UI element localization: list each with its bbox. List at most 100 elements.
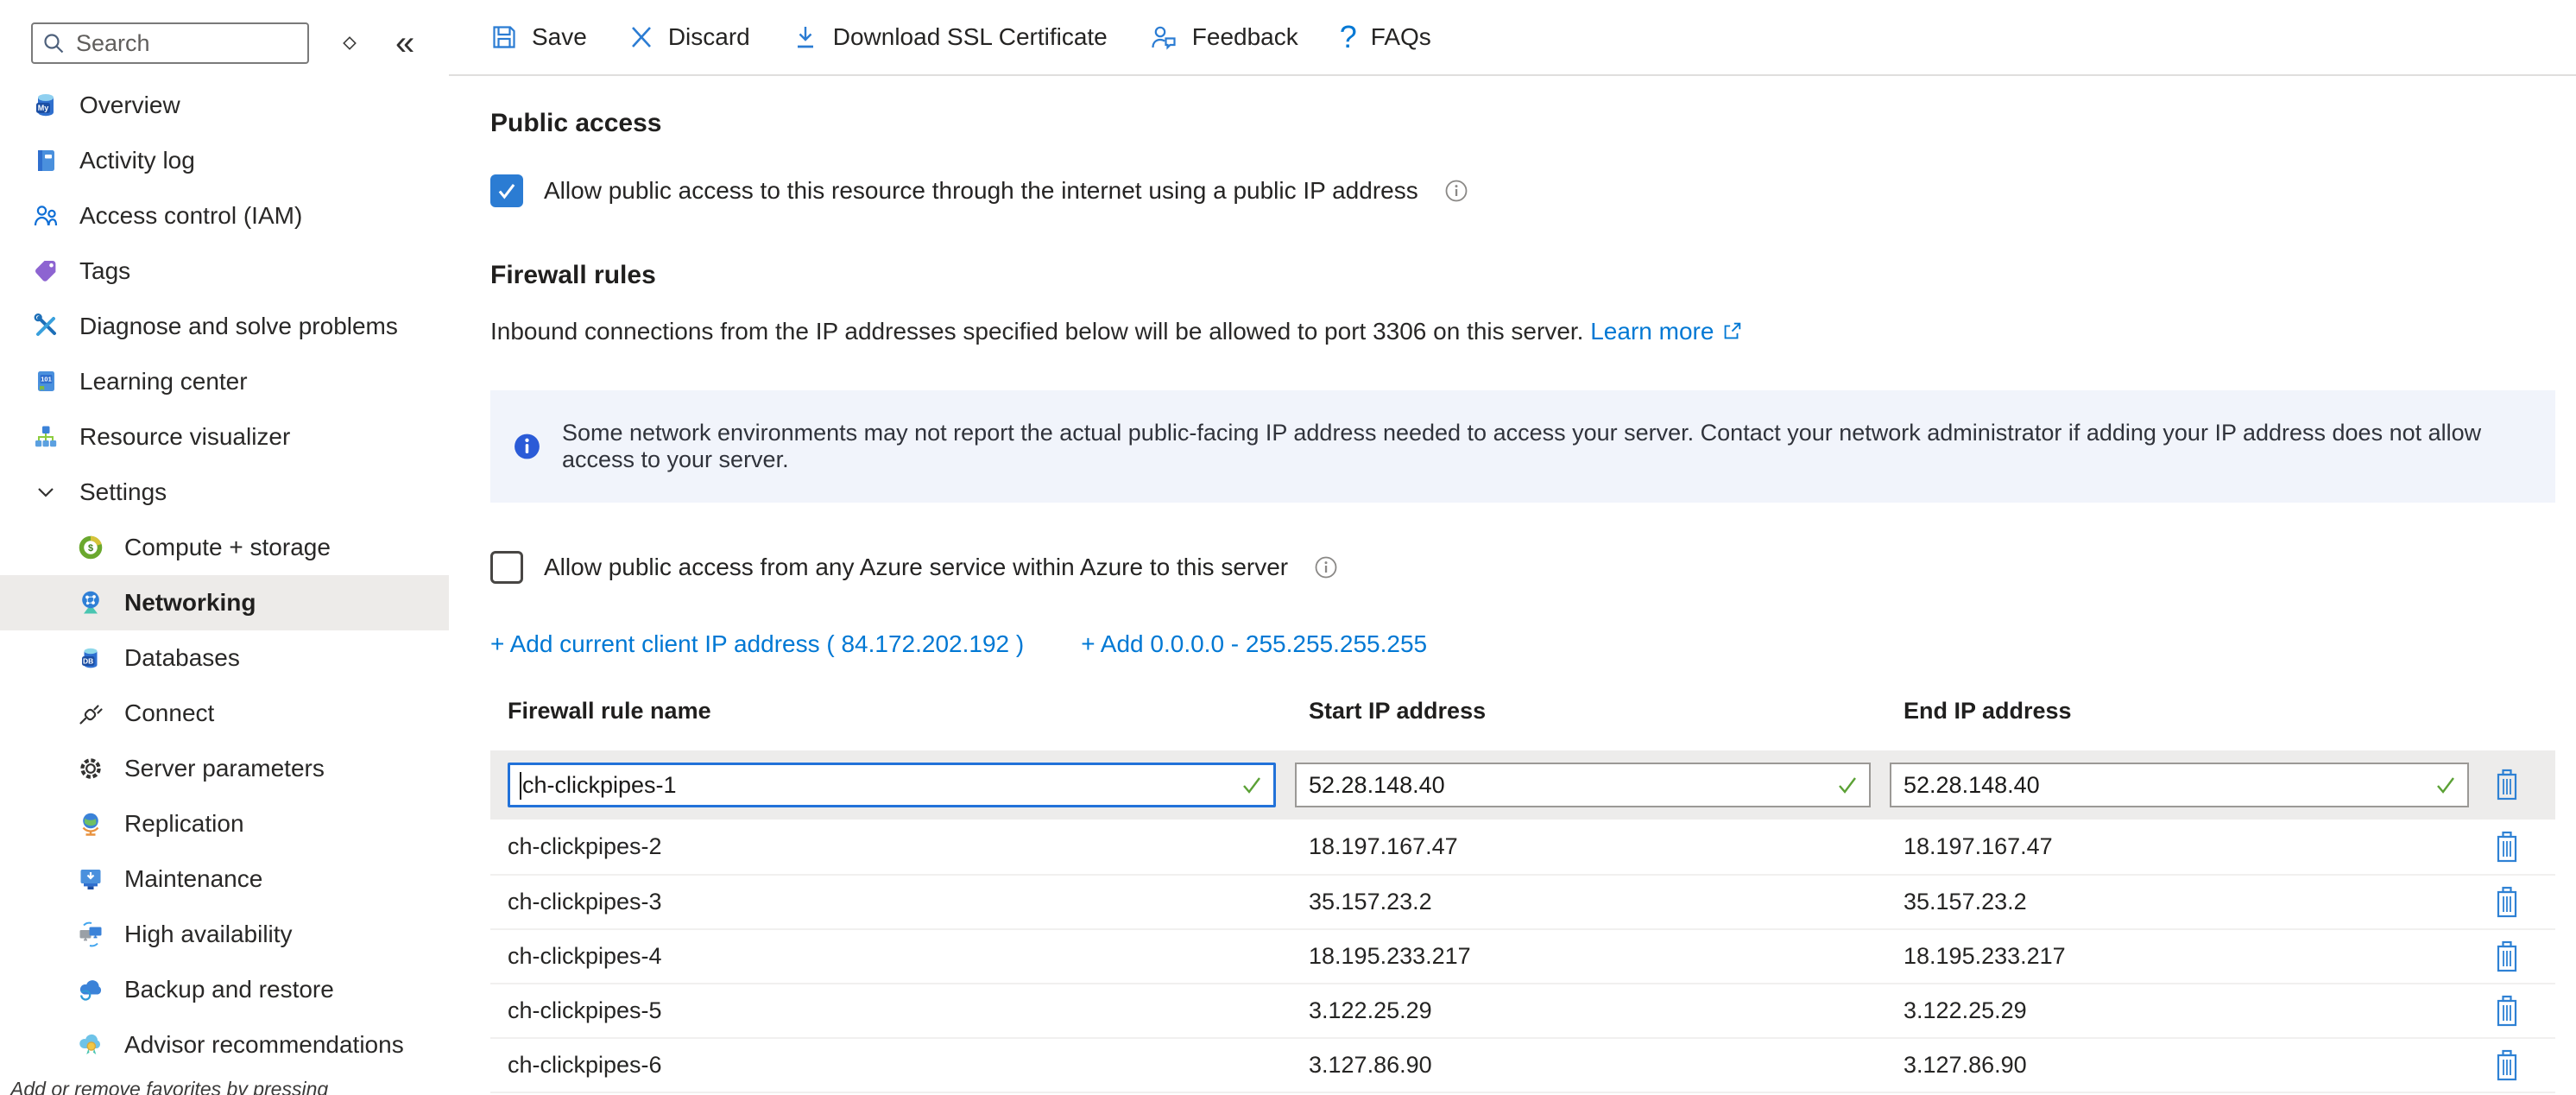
download-ssl-label: Download SSL Certificate — [833, 23, 1108, 51]
sidebar-item-label: Backup and restore — [124, 976, 334, 1003]
sidebar-item-label: Databases — [124, 644, 240, 672]
firewall-rule-row: ch-clickpipes-6 3.127.86.90 3.127.86.90 — [490, 1037, 2555, 1092]
feedback-icon — [1149, 22, 1178, 52]
network-info-banner: Some network environments may not report… — [490, 390, 2555, 503]
resource-nav: My Overview Activity log — [0, 78, 449, 1073]
add-all-ips-link[interactable]: + Add 0.0.0.0 - 255.255.255.255 — [1081, 630, 1427, 658]
firewall-description-text: Inbound connections from the IP addresse… — [490, 318, 1583, 345]
rule-name-cell: ch-clickpipes-3 — [508, 889, 1276, 915]
delete-rule-button[interactable] — [2488, 936, 2526, 978]
resource-visualizer-icon — [31, 422, 60, 452]
end-ip-input[interactable] — [1891, 764, 2467, 806]
column-header-rule-name: Firewall rule name — [508, 698, 1276, 725]
trash-icon — [2492, 1048, 2522, 1083]
start-ip-input[interactable] — [1297, 764, 1869, 806]
discard-x-icon — [628, 24, 654, 50]
sidebar-group-label: Settings — [79, 478, 167, 506]
public-access-checkbox-row: Allow public access to this resource thr… — [490, 174, 2555, 207]
sidebar-item-overview[interactable]: My Overview — [0, 78, 449, 133]
sidebar-item-label: Maintenance — [124, 865, 262, 893]
sidebar-item-label: Advisor recommendations — [124, 1031, 404, 1059]
learning-book-icon: 101 — [31, 367, 60, 396]
mysql-server-icon: My — [31, 91, 60, 120]
new-firewall-rule-row — [490, 1092, 2555, 1095]
sidebar-item-activity-log[interactable]: Activity log — [0, 133, 449, 188]
download-ssl-certificate-button[interactable]: Download SSL Certificate — [771, 11, 1128, 63]
discard-button[interactable]: Discard — [608, 11, 771, 63]
start-ip-cell: 18.197.167.47 — [1295, 833, 1871, 860]
compute-storage-icon: $ — [76, 533, 105, 562]
delete-rule-button[interactable] — [2488, 764, 2526, 806]
favorites-hint: Add or remove favorites by pressing Cmd+… — [7, 1078, 449, 1095]
start-ip-input-wrapper — [1295, 763, 1871, 807]
column-header-end-ip: End IP address — [1890, 698, 2469, 725]
database-icon: DB — [76, 643, 105, 673]
sidebar-item-label: Server parameters — [124, 755, 325, 782]
start-ip-cell: 3.127.86.90 — [1295, 1052, 1871, 1079]
sidebar-item-databases[interactable]: DB Databases — [0, 630, 449, 686]
firewall-table-header: Firewall rule name Start IP address End … — [490, 698, 2555, 750]
sidebar-item-maintenance[interactable]: Maintenance — [0, 851, 449, 907]
sidebar-item-backup-restore[interactable]: Backup and restore — [0, 962, 449, 1017]
pin-menu-icon[interactable] — [338, 32, 361, 54]
svg-text:$: $ — [88, 543, 93, 554]
sidebar-search-row: « — [0, 0, 449, 64]
firewall-rule-row: ch-clickpipes-5 3.122.25.29 3.122.25.29 — [490, 983, 2555, 1037]
delete-rule-button[interactable] — [2488, 826, 2526, 868]
resource-menu-sidebar: « My Overview — [0, 0, 449, 1095]
learn-more-link[interactable]: Learn more — [1590, 318, 1714, 345]
info-banner-text: Some network environments may not report… — [562, 420, 2533, 473]
rule-name-input-wrapper — [508, 763, 1276, 807]
sidebar-item-tags[interactable]: Tags — [0, 244, 449, 299]
trash-icon — [2492, 940, 2522, 974]
sidebar-item-advisor[interactable]: Advisor recommendations — [0, 1017, 449, 1073]
sidebar-item-high-availability[interactable]: High availability — [0, 907, 449, 962]
sidebar-item-connect[interactable]: Connect — [0, 686, 449, 741]
public-access-heading: Public access — [490, 109, 2555, 138]
external-link-icon — [1720, 320, 1743, 343]
rule-name-cell: ch-clickpipes-2 — [508, 833, 1276, 860]
download-icon — [792, 23, 819, 51]
sidebar-item-networking[interactable]: Networking — [0, 575, 449, 630]
discard-label: Discard — [668, 23, 750, 51]
collapse-sidebar-icon[interactable]: « — [395, 26, 414, 60]
favorites-hint-text: Add or remove favorites by pressing — [10, 1078, 328, 1095]
sidebar-group-settings[interactable]: Settings — [0, 465, 449, 520]
rule-name-input[interactable] — [510, 765, 1273, 805]
firewall-rule-row: ch-clickpipes-4 18.195.233.217 18.195.23… — [490, 928, 2555, 983]
sidebar-item-label: High availability — [124, 921, 293, 948]
tools-icon — [31, 312, 60, 341]
feedback-button[interactable]: Feedback — [1128, 11, 1319, 63]
networking-pane: Save Discard Download SSL Certificate — [449, 0, 2576, 1095]
globe-stand-icon — [76, 809, 105, 839]
gear-icon — [76, 754, 105, 783]
sidebar-item-label: Diagnose and solve problems — [79, 313, 398, 340]
valid-check-icon — [1836, 774, 1859, 796]
high-availability-icon — [76, 920, 105, 949]
search-input[interactable] — [76, 30, 299, 57]
sidebar-item-server-parameters[interactable]: Server parameters — [0, 741, 449, 796]
faqs-button[interactable]: ? FAQs — [1319, 11, 1452, 63]
delete-rule-button[interactable] — [2488, 991, 2526, 1032]
sidebar-item-access-control[interactable]: Access control (IAM) — [0, 188, 449, 244]
azure-services-checkbox[interactable] — [490, 551, 523, 584]
start-ip-cell: 3.122.25.29 — [1295, 997, 1871, 1024]
save-button[interactable]: Save — [490, 11, 608, 63]
sidebar-item-diagnose[interactable]: Diagnose and solve problems — [0, 299, 449, 354]
end-ip-cell: 35.157.23.2 — [1890, 889, 2469, 915]
add-client-ip-link[interactable]: + Add current client IP address ( 84.172… — [490, 630, 1024, 658]
sidebar-item-resource-visualizer[interactable]: Resource visualizer — [0, 409, 449, 465]
public-access-checkbox[interactable] — [490, 174, 523, 207]
search-icon — [41, 31, 66, 55]
text-caret — [520, 772, 521, 800]
sidebar-item-replication[interactable]: Replication — [0, 796, 449, 851]
rule-name-cell: ch-clickpipes-4 — [508, 943, 1276, 970]
info-icon[interactable] — [1314, 555, 1338, 579]
delete-rule-button[interactable] — [2488, 882, 2526, 923]
sidebar-item-learning-center[interactable]: 101 Learning center — [0, 354, 449, 409]
info-icon[interactable] — [1444, 179, 1468, 203]
svg-text:101: 101 — [41, 376, 52, 383]
sidebar-item-label: Resource visualizer — [79, 423, 290, 451]
sidebar-item-compute-storage[interactable]: $ Compute + storage — [0, 520, 449, 575]
delete-rule-button[interactable] — [2488, 1045, 2526, 1086]
